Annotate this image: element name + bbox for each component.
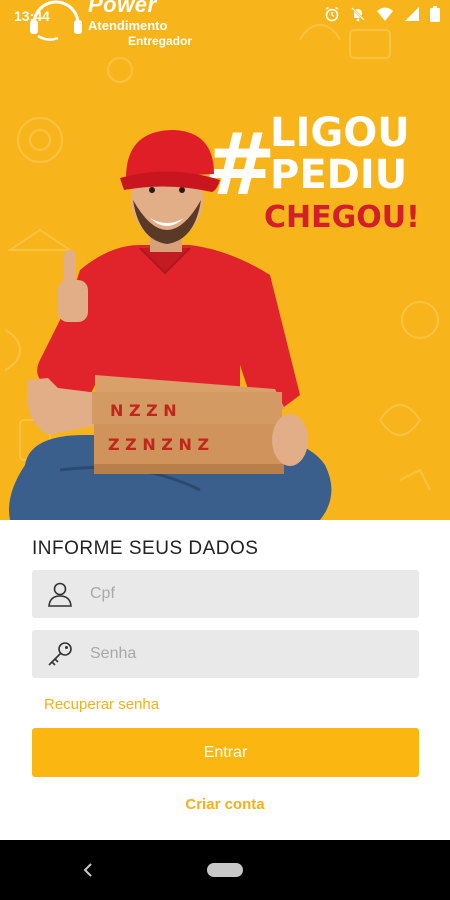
recover-password-link[interactable]: Recuperar senha [44,696,159,713]
enter-button[interactable]: Entrar [32,728,419,777]
brand-name: Power [88,0,157,17]
senha-field[interactable] [32,630,419,678]
cpf-field[interactable] [32,570,419,618]
notifications-off-icon [351,7,365,22]
hero-banner: 13:44 Power Atendimento Entregador # LIG… [0,0,450,520]
brand-line1: Atendimento [88,18,168,33]
signal-icon [405,7,419,21]
delivery-man-image: N Z Z N Z Z N Z N Z [9,130,332,520]
form-title: INFORME SEUS DADOS [32,538,259,559]
user-icon [32,570,88,618]
create-account-link[interactable]: Criar conta [0,796,450,813]
pizza-boxes: N Z Z N Z Z N Z N Z [92,375,285,474]
wifi-icon [377,7,393,21]
senha-input[interactable] [88,633,392,675]
brand-line2: Entregador [128,34,193,48]
brand-headset-icon [30,0,82,41]
brand-logo: Power Atendimento Entregador [28,0,208,55]
back-icon[interactable] [80,860,96,880]
home-pill[interactable] [207,863,243,877]
status-icons [324,6,440,22]
svg-text:Z Z N Z N Z: Z Z N Z N Z [108,435,209,454]
navigation-bar [0,840,450,900]
battery-icon [430,6,440,22]
login-form: INFORME SEUS DADOS Recuperar senha Entra… [0,520,450,840]
key-icon [32,630,88,678]
alarm-icon [325,6,339,22]
cpf-input[interactable] [88,573,392,615]
svg-text:N Z Z N: N Z Z N [110,401,177,420]
